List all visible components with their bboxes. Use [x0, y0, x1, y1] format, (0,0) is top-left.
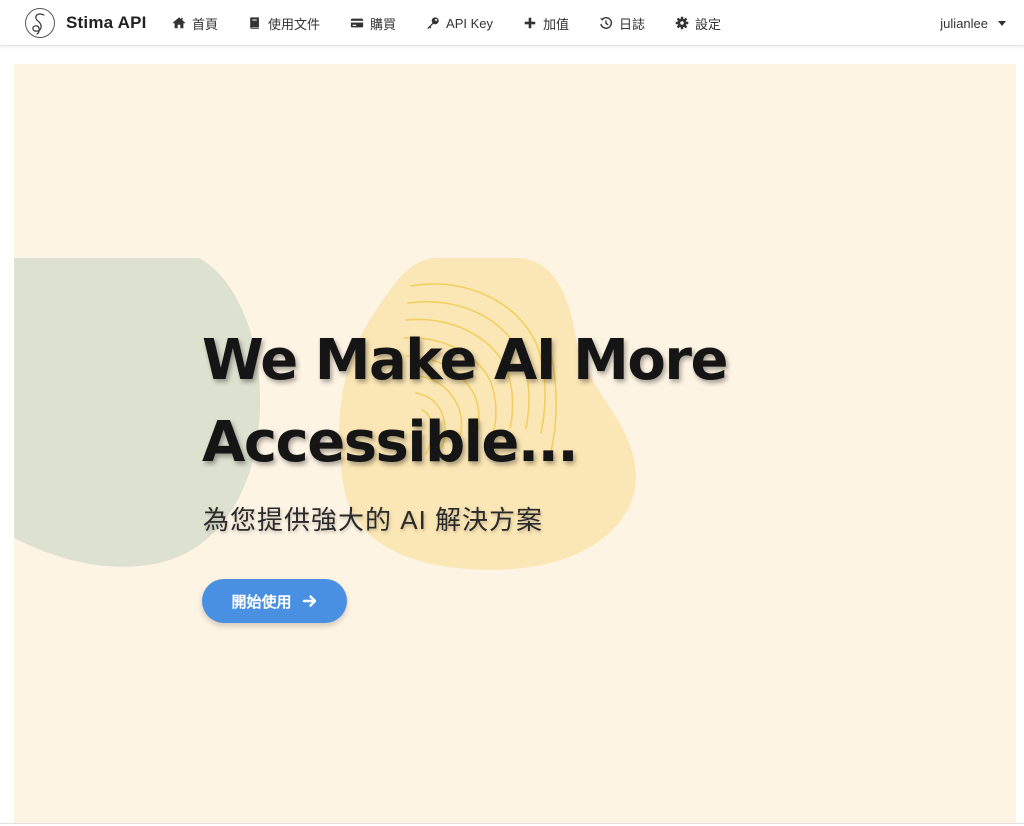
gear-icon — [675, 16, 689, 30]
nav-item-home[interactable]: 首頁 — [172, 0, 218, 46]
nav-label-topup: 加值 — [543, 16, 570, 32]
nav-item-purchase[interactable]: 購買 — [350, 0, 396, 46]
hero-headline-line1: We Make AI More — [202, 328, 728, 393]
top-navbar: Stima API 首頁 使用文件 購買 API Key 加值 日誌 設定 ju… — [0, 0, 1024, 46]
main-nav: 首頁 使用文件 購買 API Key 加值 日誌 設定 — [172, 0, 751, 46]
book-icon — [248, 16, 262, 30]
plus-icon — [523, 16, 537, 30]
nav-item-settings[interactable]: 設定 — [675, 0, 721, 46]
brand-logo-icon — [25, 8, 55, 38]
credit-card-icon — [350, 16, 364, 30]
nav-item-api-key[interactable]: API Key — [426, 0, 493, 46]
nav-label-settings: 設定 — [695, 16, 722, 32]
nav-label-docs: 使用文件 — [268, 16, 321, 32]
hero-subtitle: 為您提供強大的 AI 解決方案 — [203, 505, 544, 535]
get-started-button[interactable]: 開始使用 — [202, 579, 347, 623]
caret-down-icon — [998, 20, 1006, 26]
nav-label-logs: 日誌 — [619, 16, 646, 32]
nav-item-logs[interactable]: 日誌 — [599, 0, 645, 46]
hero-headline: We Make AI More Accessible... — [202, 320, 822, 484]
nav-label-purchase: 購買 — [370, 16, 397, 32]
arrow-right-icon — [302, 595, 316, 607]
hero-headline-line2: Accessible... — [202, 410, 579, 475]
username: julianlee — [940, 15, 988, 31]
get-started-label: 開始使用 — [231, 593, 292, 611]
nav-item-topup[interactable]: 加值 — [523, 0, 569, 46]
history-icon — [599, 16, 613, 30]
home-icon — [172, 16, 186, 30]
brand-name: Stima API — [66, 13, 147, 32]
nav-label-home: 首頁 — [192, 16, 219, 32]
nav-item-docs[interactable]: 使用文件 — [248, 0, 320, 46]
key-icon — [426, 16, 440, 30]
nav-label-api-key: API Key — [446, 15, 494, 31]
hero-section: We Make AI More Accessible... 為您提供強大的 AI… — [14, 64, 1016, 824]
page-bottom-divider — [0, 823, 1024, 824]
brand-link[interactable]: Stima API — [24, 7, 147, 39]
user-dropdown[interactable]: julianlee — [940, 0, 1006, 46]
